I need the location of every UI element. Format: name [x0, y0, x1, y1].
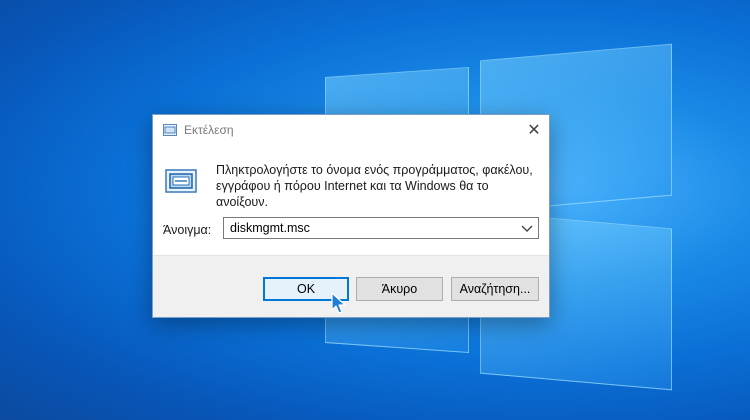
- run-dialog: Εκτέλεση ✕ Πληκτρολογήστε το όνομα ενός …: [152, 114, 550, 318]
- run-icon: [163, 124, 177, 136]
- chevron-down-icon[interactable]: [518, 219, 536, 237]
- open-combobox[interactable]: diskmgmt.msc: [223, 217, 539, 239]
- browse-button[interactable]: Αναζήτηση...: [451, 277, 539, 301]
- mouse-pointer-icon: [331, 292, 346, 314]
- open-label: Άνοιγμα:: [163, 223, 212, 237]
- dialog-title: Εκτέλεση: [184, 123, 234, 137]
- close-icon: ✕: [527, 122, 541, 139]
- dialog-description: Πληκτρολογήστε το όνομα ενός προγράμματο…: [216, 163, 533, 209]
- close-button[interactable]: ✕: [519, 115, 549, 145]
- open-input[interactable]: diskmgmt.msc: [230, 221, 310, 235]
- title-bar[interactable]: Εκτέλεση ✕: [153, 115, 549, 145]
- run-icon: [165, 169, 197, 193]
- cancel-button[interactable]: Άκυρο: [356, 277, 443, 301]
